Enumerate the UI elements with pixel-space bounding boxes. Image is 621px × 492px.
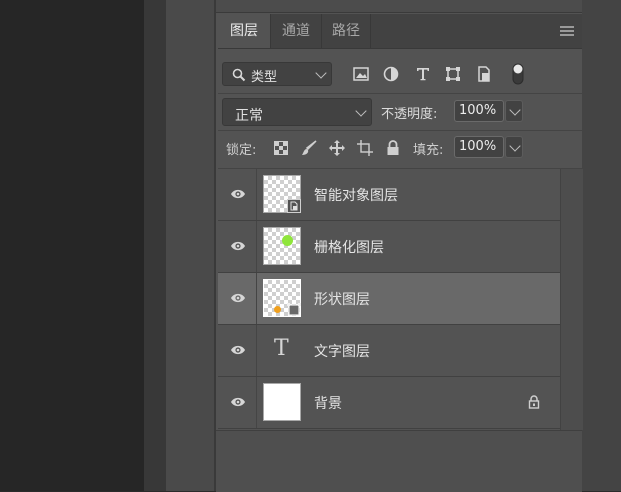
layer-name: 智能对象图层 [314, 188, 398, 204]
visibility-column-divider [256, 273, 257, 324]
search-icon [232, 68, 246, 82]
opacity-slider-button[interactable] [505, 100, 523, 122]
visibility-column-divider [256, 377, 257, 428]
layer-list: 智能对象图层 栅格化图层 形状图层 T 文字图层 背景 [218, 169, 560, 429]
tab-channels[interactable]: 通道 [271, 14, 321, 48]
chevron-down-icon [509, 104, 521, 116]
canvas-edge [144, 0, 166, 491]
blend-mode-select[interactable]: 正常 [222, 98, 372, 126]
chevron-down-icon [315, 67, 327, 79]
canvas-area [0, 0, 144, 491]
layer-name: 栅格化图层 [314, 240, 384, 256]
visibility-column-divider [256, 169, 257, 220]
layer-list-scrollbar[interactable] [560, 169, 583, 430]
fill-input[interactable]: 100% [454, 136, 504, 158]
lock-artboard-icon[interactable] [356, 139, 374, 157]
opacity-input[interactable]: 100% [454, 100, 504, 122]
fill-label: 填充: [413, 143, 444, 158]
filter-kind-select[interactable]: 类型 [222, 62, 332, 86]
tab-separator [370, 14, 371, 48]
lock-transparent-pixels-icon[interactable] [272, 139, 290, 157]
panel-tab-bar: 图层 通道 路径 [218, 14, 582, 49]
layer-row[interactable]: 背景 [218, 377, 560, 429]
layer-name: 背景 [314, 396, 342, 412]
fill-slider-button[interactable] [505, 136, 523, 158]
shape-content-dot [274, 306, 281, 313]
layer-name: 形状图层 [314, 292, 370, 308]
visibility-column-divider [256, 325, 257, 376]
tab-layers[interactable]: 图层 [218, 14, 270, 48]
layer-row-selected[interactable]: 形状图层 [218, 273, 560, 325]
layer-row[interactable]: 栅格化图层 [218, 221, 560, 273]
chevron-down-icon [509, 140, 521, 152]
eye-icon[interactable] [230, 396, 246, 408]
panel-menu-icon[interactable] [560, 26, 574, 36]
smart-object-filter-icon[interactable] [475, 64, 493, 84]
smart-object-badge-icon [287, 199, 301, 213]
panel-empty-area [216, 430, 582, 492]
filter-toggle-icon[interactable] [512, 63, 524, 85]
blend-mode-label: 正常 [235, 108, 263, 124]
adjustment-filter-icon[interactable] [382, 64, 400, 84]
layer-row[interactable]: T 文字图层 [218, 325, 560, 377]
eye-icon[interactable] [230, 344, 246, 356]
layer-thumbnail [263, 175, 301, 213]
chevron-down-icon [355, 105, 367, 117]
right-panel-dock [582, 0, 621, 491]
type-filter-icon[interactable] [414, 64, 432, 84]
collapsed-panel-dock [166, 0, 214, 491]
tab-paths[interactable]: 路径 [322, 14, 370, 48]
eye-icon[interactable] [230, 292, 246, 304]
layer-row[interactable]: 智能对象图层 [218, 169, 560, 221]
shape-badge-icon [287, 303, 301, 316]
layer-thumbnail [263, 227, 301, 265]
lock-all-icon[interactable] [384, 139, 402, 157]
layer-name: 文字图层 [314, 344, 370, 360]
layer-thumbnail [263, 279, 301, 317]
opacity-label: 不透明度: [381, 107, 438, 122]
lock-position-icon[interactable] [328, 139, 346, 157]
layer-thumbnail [263, 383, 301, 421]
eye-icon[interactable] [230, 188, 246, 200]
filter-kind-label: 类型 [251, 70, 278, 85]
visibility-column-divider [256, 221, 257, 272]
eye-icon[interactable] [230, 240, 246, 252]
lock-icon[interactable] [528, 395, 540, 409]
panel-edge [214, 0, 216, 491]
panel-header-strip [216, 0, 582, 13]
raster-content-dot [282, 235, 293, 246]
lock-image-pixels-icon[interactable] [300, 139, 318, 157]
divider [218, 130, 582, 131]
image-filter-icon[interactable] [352, 64, 370, 84]
lock-label: 锁定: [226, 143, 257, 158]
shape-filter-icon[interactable] [444, 64, 462, 84]
text-layer-icon: T [274, 336, 289, 361]
divider [218, 93, 582, 94]
